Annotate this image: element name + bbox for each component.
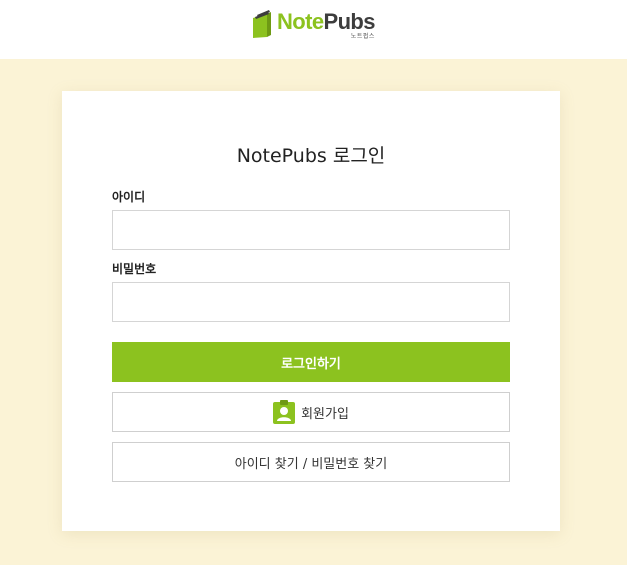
find-account-button-label: 아이디 찾기 / 비밀번호 찾기: [234, 456, 388, 472]
logo-text-note: Note: [277, 9, 324, 34]
logo-text-pubs: Pubs: [323, 9, 376, 34]
notebook-logo-icon: [253, 10, 271, 38]
logo-subtext: 노트펍스: [350, 33, 375, 40]
top-header: NotePubs 노트펍스: [0, 0, 627, 59]
login-button-label: 로그인하기: [281, 356, 341, 372]
signup-button-label: 회원가입: [301, 406, 349, 422]
logo-wordmark: NotePubs 노트펍스: [277, 7, 375, 43]
notepubs-logo[interactable]: NotePubs 노트펍스: [251, 7, 375, 43]
id-badge-icon: [273, 400, 296, 424]
id-input[interactable]: [112, 210, 510, 250]
id-label: 아이디: [112, 190, 146, 204]
login-title: NotePubs 로그인: [236, 145, 386, 167]
password-label: 비밀번호: [112, 262, 157, 276]
password-input[interactable]: [112, 282, 510, 322]
login-card: NotePubs 로그인 아이디 비밀번호 로그인하기 회원가입 아이디 찾기 …: [62, 91, 560, 531]
find-account-button[interactable]: 아이디 찾기 / 비밀번호 찾기: [112, 442, 510, 482]
login-button[interactable]: 로그인하기: [112, 342, 510, 382]
signup-button[interactable]: 회원가입: [112, 392, 510, 432]
